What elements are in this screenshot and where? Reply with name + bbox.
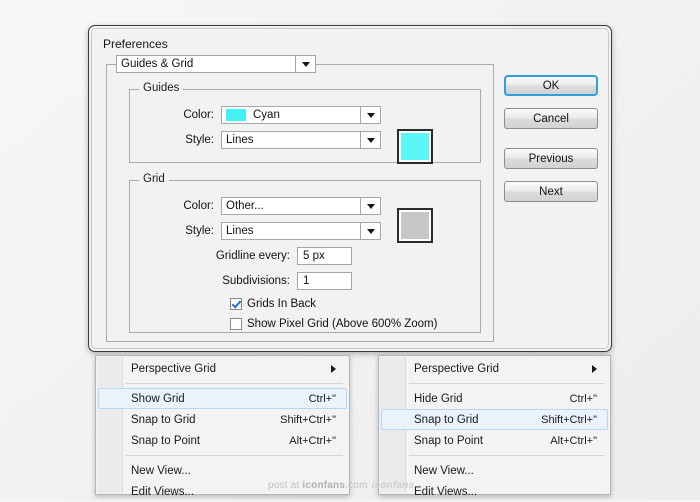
menu-item[interactable]: Hide Grid Ctrl+" [381, 388, 608, 409]
menu-separator [126, 383, 343, 384]
view-menu-right: Perspective Grid Hide Grid Ctrl+" Snap to G… [378, 355, 611, 498]
gridline-every-input[interactable]: 5 px [297, 247, 352, 265]
menu-item-label: Snap to Grid [414, 413, 479, 426]
menu-item-label: Snap to Grid [131, 413, 196, 426]
menu-item-label: Hide Grid [414, 392, 463, 405]
chevron-down-icon [366, 203, 375, 209]
guides-color-value: Cyan [253, 109, 280, 121]
chevron-down-icon [366, 228, 375, 234]
grid-style-select[interactable]: Lines [221, 222, 381, 240]
menu-item-label: Edit Views... [414, 485, 478, 498]
watermark-logo: iconfans [371, 480, 415, 491]
show-pixel-grid-label: Show Pixel Grid (Above 600% Zoom) [247, 318, 438, 330]
grids-in-back-row[interactable]: Grids In Back [230, 298, 316, 310]
section-select-arrow-button[interactable] [296, 55, 316, 73]
guides-color-select[interactable]: Cyan [221, 106, 381, 124]
grid-style-value[interactable]: Lines [221, 222, 361, 240]
menu-item-label: Snap to Point [414, 434, 484, 447]
cancel-button[interactable]: Cancel [504, 108, 598, 129]
grid-swatch-fill [401, 212, 429, 239]
grid-style-arrow-button[interactable] [361, 222, 381, 240]
grid-style-label: Style: [185, 225, 214, 237]
menu-item-shortcut: Ctrl+" [308, 392, 336, 405]
guides-style-label: Style: [185, 134, 214, 146]
grid-group: Grid Color: Other... Style: Lines Gridli… [129, 173, 481, 333]
guides-group-legend: Guides [139, 82, 184, 94]
menu-item-label: Show Grid [131, 392, 185, 405]
ok-button[interactable]: OK [504, 75, 598, 96]
guides-style-row: Style: Lines [168, 131, 381, 149]
guides-color-chip [226, 109, 246, 121]
menu-separator [409, 383, 604, 384]
guides-color-value-box[interactable]: Cyan [221, 106, 361, 124]
menu-item-label: Snap to Point [131, 434, 201, 447]
menu-item[interactable]: Snap to Grid Shift+Ctrl+" [381, 409, 608, 430]
menu-item-shortcut: Alt+Ctrl+" [550, 434, 597, 447]
next-button[interactable]: Next [504, 181, 598, 202]
show-pixel-grid-row[interactable]: Show Pixel Grid (Above 600% Zoom) [230, 318, 437, 330]
preferences-dialog: Preferences Guides & Grid Guides Color: [88, 25, 612, 352]
menu-item-label: New View... [414, 464, 474, 477]
guides-style-select[interactable]: Lines [221, 131, 381, 149]
preferences-section-group: Guides & Grid Guides Color: Cyan Style: … [106, 55, 494, 342]
previous-button[interactable]: Previous [504, 148, 598, 169]
subdivisions-input[interactable]: 1 [297, 272, 352, 290]
guides-color-swatch[interactable] [397, 129, 433, 164]
menu-item[interactable]: Edit Views... [381, 481, 608, 502]
subdivisions-label: Subdivisions: [222, 275, 290, 287]
menu-item[interactable]: Perspective Grid [98, 358, 347, 379]
chevron-down-icon [366, 137, 375, 143]
menu-item-label: New View... [131, 464, 191, 477]
grid-group-legend: Grid [139, 173, 169, 185]
grid-color-arrow-button[interactable] [361, 197, 381, 215]
watermark-prefix: post at [268, 480, 303, 491]
menu-item[interactable]: Snap to Point Alt+Ctrl+" [98, 430, 347, 451]
section-select[interactable]: Guides & Grid [116, 55, 316, 73]
watermark-brand: iconfans [302, 480, 346, 491]
grid-color-label: Color: [183, 200, 214, 212]
guides-color-row: Color: Cyan [168, 106, 381, 124]
menu-item[interactable]: Show Grid Ctrl+" [98, 388, 347, 409]
view-menu-left: Perspective Grid Show Grid Ctrl+" Snap to G… [95, 355, 350, 498]
grid-color-row: Color: Other... [168, 197, 381, 215]
menu-item-shortcut: Ctrl+" [569, 392, 597, 405]
menu-item-shortcut: Alt+Ctrl+" [289, 434, 336, 447]
menu-item-shortcut: Shift+Ctrl+" [280, 413, 336, 426]
menu-item[interactable]: New View... [381, 460, 608, 481]
dialog-inner-frame: Preferences Guides & Grid Guides Color: [91, 28, 609, 349]
subdivisions-row: Subdivisions: 1 [130, 272, 352, 290]
grid-color-swatch[interactable] [397, 208, 433, 243]
chevron-right-icon [331, 364, 336, 373]
page-title: Preferences [103, 37, 168, 51]
menu-separator [409, 455, 604, 456]
show-pixel-grid-checkbox[interactable] [230, 318, 242, 330]
gridline-every-row: Gridline every: 5 px [130, 247, 352, 265]
guides-color-label: Color: [183, 109, 214, 121]
chevron-down-icon [366, 112, 375, 118]
grid-style-row: Style: Lines [168, 222, 381, 240]
guides-swatch-fill [401, 133, 429, 160]
menu-item-shortcut: Shift+Ctrl+" [541, 413, 597, 426]
grids-in-back-checkbox[interactable] [230, 298, 242, 310]
grids-in-back-label: Grids In Back [247, 298, 317, 310]
menu-item-label: Edit Views... [131, 485, 195, 498]
watermark: post at iconfans.com iconfans [268, 480, 414, 491]
watermark-suffix: .com [345, 480, 368, 491]
section-select-value[interactable]: Guides & Grid [116, 55, 296, 73]
menu-item[interactable]: Perspective Grid [381, 358, 608, 379]
menu-item-label: Perspective Grid [131, 362, 217, 375]
menu-item[interactable]: Snap to Point Alt+Ctrl+" [381, 430, 608, 451]
menu-item[interactable]: Snap to Grid Shift+Ctrl+" [98, 409, 347, 430]
chevron-down-icon [301, 61, 310, 67]
menu-item-label: Perspective Grid [414, 362, 500, 375]
menu-item[interactable]: New View... [98, 460, 347, 481]
guides-color-arrow-button[interactable] [361, 106, 381, 124]
chevron-right-icon [592, 364, 597, 373]
grid-color-select[interactable]: Other... [221, 197, 381, 215]
grid-color-value[interactable]: Other... [221, 197, 361, 215]
guides-style-arrow-button[interactable] [361, 131, 381, 149]
menu-separator [126, 455, 343, 456]
gridline-every-label: Gridline every: [215, 250, 290, 262]
guides-style-value[interactable]: Lines [221, 131, 361, 149]
